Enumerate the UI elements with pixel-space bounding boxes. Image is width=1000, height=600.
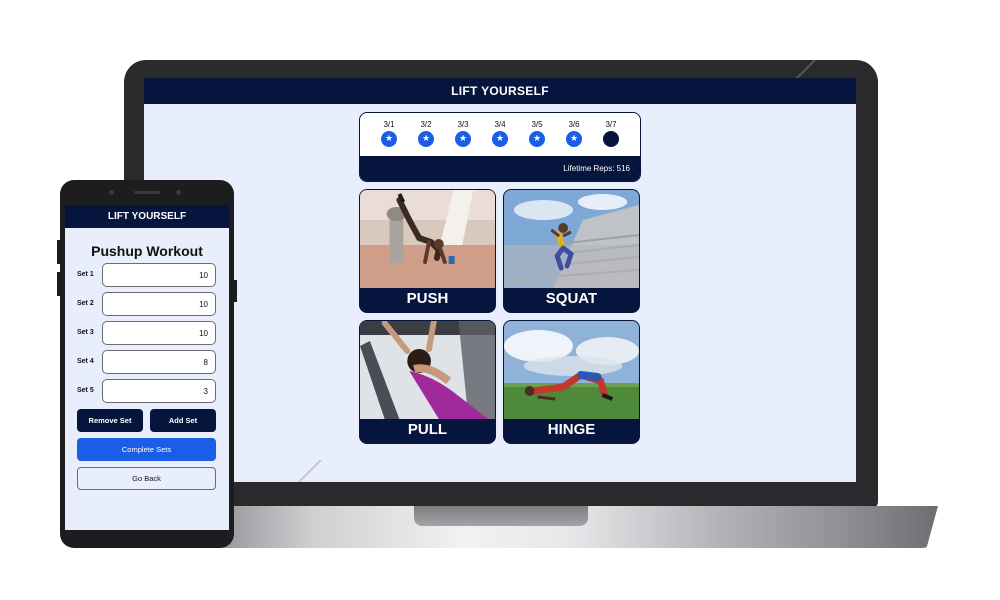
day-label: 3/7 [605, 120, 617, 129]
exercise-tile-hinge[interactable]: HINGE [503, 320, 640, 444]
streak-day: 3/4 ★ [489, 119, 511, 155]
day-label: 3/6 [568, 120, 580, 129]
hinge-photo [504, 321, 639, 419]
pending-day-dot [603, 131, 619, 147]
squat-photo [504, 190, 639, 288]
streak-days: 3/1 ★ 3/2 ★ 3/3 ★ 3/4 ★ 3/5 ★ 3/6 ★ 3/7 [378, 119, 622, 155]
add-set-button[interactable]: Add Set [150, 409, 216, 432]
set-reps-input[interactable] [102, 379, 216, 403]
lifetime-reps: Lifetime Reps: 516 [360, 156, 640, 181]
streak-day: 3/1 ★ [378, 119, 400, 155]
pushup-photo [360, 190, 495, 288]
go-back-button[interactable]: Go Back [77, 467, 216, 490]
phone-screen: LIFT YOURSELF Pushup Workout Set 1 Set 2… [65, 205, 229, 530]
streak-day: 3/5 ★ [526, 119, 548, 155]
streak-card: 3/1 ★ 3/2 ★ 3/3 ★ 3/4 ★ 3/5 ★ 3/6 ★ 3/7 … [359, 112, 641, 182]
page-title: Pushup Workout [91, 243, 203, 259]
remove-set-button[interactable]: Remove Set [77, 409, 143, 432]
set-row: Set 3 [65, 321, 229, 345]
day-label: 3/4 [494, 120, 506, 129]
exercise-tile-push[interactable]: PUSH [359, 189, 496, 313]
laptop-hinge-notch [414, 506, 588, 526]
device-mockup: LIFT YOURSELF 3/1 ★ 3/2 ★ 3/3 ★ 3/4 ★ 3/… [0, 0, 1000, 600]
day-label: 3/2 [420, 120, 432, 129]
laptop-screen: LIFT YOURSELF 3/1 ★ 3/2 ★ 3/3 ★ 3/4 ★ 3/… [144, 78, 856, 482]
day-label: 3/3 [457, 120, 469, 129]
streak-day: 3/3 ★ [452, 119, 474, 155]
phone-sensor [109, 190, 114, 195]
day-label: 3/5 [531, 120, 543, 129]
phone-speaker [134, 191, 160, 194]
app-header: LIFT YOURSELF [144, 78, 856, 104]
tile-label: HINGE [547, 421, 596, 438]
set-label: Set 5 [77, 387, 94, 394]
complete-sets-button[interactable]: Complete Sets [77, 438, 216, 461]
set-label: Set 4 [77, 358, 94, 365]
set-label: Set 3 [77, 329, 94, 336]
star-icon: ★ [418, 131, 434, 147]
phone-camera [176, 190, 181, 195]
exercise-tile-squat[interactable]: SQUAT [503, 189, 640, 313]
streak-day: 3/2 ★ [415, 119, 437, 155]
set-reps-input[interactable] [102, 292, 216, 316]
pullup-photo [360, 321, 495, 419]
exercise-tile-pull[interactable]: PULL [359, 320, 496, 444]
tile-label: PUSH [406, 290, 449, 307]
star-icon: ★ [492, 131, 508, 147]
set-row: Set 2 [65, 292, 229, 316]
phone-power-button [234, 280, 237, 302]
streak-day: 3/7 [600, 119, 622, 155]
phone-volume-button [57, 240, 60, 264]
tile-label: SQUAT [545, 290, 598, 307]
set-reps-input[interactable] [102, 350, 216, 374]
set-row: Set 5 [65, 379, 229, 403]
star-icon: ★ [381, 131, 397, 147]
set-reps-input[interactable] [102, 263, 216, 287]
phone-volume-button [57, 272, 60, 296]
set-reps-input[interactable] [102, 321, 216, 345]
tile-label: PULL [407, 421, 448, 438]
app-header: LIFT YOURSELF [65, 205, 229, 228]
star-icon: ★ [529, 131, 545, 147]
day-label: 3/1 [383, 120, 395, 129]
set-label: Set 2 [77, 300, 94, 307]
set-label: Set 1 [77, 271, 94, 278]
streak-day: 3/6 ★ [563, 119, 585, 155]
set-row: Set 1 [65, 263, 229, 287]
star-icon: ★ [566, 131, 582, 147]
star-icon: ★ [455, 131, 471, 147]
set-row: Set 4 [65, 350, 229, 374]
